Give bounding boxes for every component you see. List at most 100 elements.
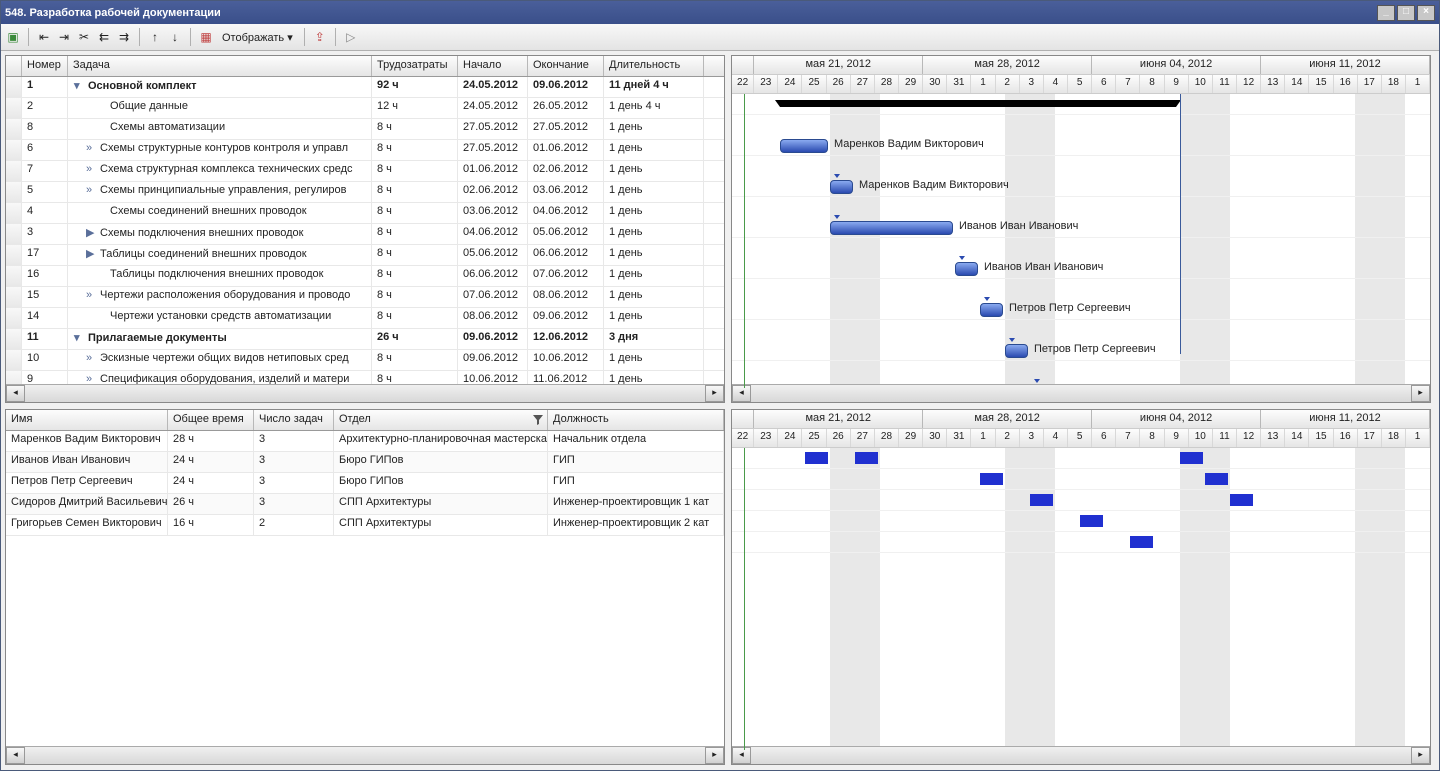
indent-icon[interactable]: ⇉ xyxy=(116,29,132,45)
task-row[interactable]: 14Чертежи установки средств автоматизаци… xyxy=(6,308,724,329)
indent-left-icon[interactable]: ⇤ xyxy=(36,29,52,45)
resource-row[interactable]: Петров Петр Сергеевич24 ч3Бюро ГИПовГИП xyxy=(6,473,724,494)
resource-bar[interactable] xyxy=(1180,452,1203,464)
minimize-button[interactable]: _ xyxy=(1377,5,1395,21)
outdent-icon[interactable]: ⇇ xyxy=(96,29,112,45)
task-row[interactable]: 16Таблицы подключения внешних проводок8 … xyxy=(6,266,724,287)
resource-row[interactable]: Сидоров Дмитрий Васильевич26 ч3СПП Архит… xyxy=(6,494,724,515)
timeline-day: 1 xyxy=(971,429,995,447)
res-pos: ГИП xyxy=(548,452,724,472)
task-row[interactable]: 10»Эскизные чертежи общих видов нетиповы… xyxy=(6,350,724,371)
task-row[interactable]: 11▾Прилагаемые документы26 ч09.06.201212… xyxy=(6,329,724,350)
calendar-icon[interactable]: ▦ xyxy=(198,29,214,45)
task-finish: 27.05.2012 xyxy=(528,119,604,139)
task-row[interactable]: 2Общие данные12 ч24.05.201226.05.20121 д… xyxy=(6,98,724,119)
task-name: ▾Основной комплект xyxy=(68,77,372,97)
timeline-day: 4 xyxy=(1044,429,1068,447)
task-hscroll[interactable]: ◂▸ xyxy=(6,384,724,402)
task-bar[interactable] xyxy=(830,221,953,235)
res-hscroll[interactable]: ◂▸ xyxy=(6,746,724,764)
resource-row[interactable]: Маренков Вадим Викторович28 ч3Архитектур… xyxy=(6,431,724,452)
res-total: 24 ч xyxy=(168,452,254,472)
col-res-name[interactable]: Имя xyxy=(6,410,168,430)
res-total: 16 ч xyxy=(168,515,254,535)
resource-bar[interactable] xyxy=(1230,494,1253,506)
col-finish[interactable]: Окончание xyxy=(528,56,604,76)
task-start: 04.06.2012 xyxy=(458,224,528,244)
task-bar[interactable] xyxy=(955,262,978,276)
col-effort[interactable]: Трудозатраты xyxy=(372,56,458,76)
col-res-count[interactable]: Число задач xyxy=(254,410,334,430)
task-effort: 8 ч xyxy=(372,182,458,202)
resource-bar[interactable] xyxy=(1080,515,1103,527)
task-finish: 01.06.2012 xyxy=(528,140,604,160)
timeline-day: 3 xyxy=(1020,75,1044,93)
task-number: 8 xyxy=(22,119,68,139)
timeline-day: 27 xyxy=(851,429,875,447)
export-icon[interactable]: ⇪ xyxy=(312,29,328,45)
task-bar[interactable] xyxy=(980,303,1003,317)
task-row[interactable]: 1▾Основной комплект92 ч24.05.201209.06.2… xyxy=(6,77,724,98)
resource-bar[interactable] xyxy=(805,452,828,464)
task-effort: 8 ч xyxy=(372,119,458,139)
col-task[interactable]: Задача xyxy=(68,56,372,76)
task-finish: 02.06.2012 xyxy=(528,161,604,181)
resource-bar[interactable] xyxy=(855,452,878,464)
task-number: 10 xyxy=(22,350,68,370)
timeline-day: 9 xyxy=(1165,75,1189,93)
resource-bar[interactable] xyxy=(980,473,1003,485)
task-duration: 1 день xyxy=(604,119,704,139)
task-bar-assignee: Иванов Иван Иванович xyxy=(959,220,1078,232)
gantt-hscroll[interactable]: ◂▸ xyxy=(732,384,1430,402)
resource-bar[interactable] xyxy=(1130,536,1153,548)
task-bar[interactable] xyxy=(780,139,828,153)
res-gantt-hscroll[interactable]: ◂▸ xyxy=(732,746,1430,764)
task-row[interactable]: 5»Схемы принципиальные управления, регул… xyxy=(6,182,724,203)
filter-icon[interactable] xyxy=(533,415,543,425)
task-row[interactable]: 17▶Таблицы соединений внешних проводок8 … xyxy=(6,245,724,266)
link-icon: » xyxy=(86,184,98,196)
resource-bar[interactable] xyxy=(1030,494,1053,506)
col-res-dept[interactable]: Отдел xyxy=(334,410,548,430)
task-start: 03.06.2012 xyxy=(458,203,528,223)
task-bar[interactable] xyxy=(830,180,853,194)
timeline-day: 1 xyxy=(1406,75,1430,93)
up-icon[interactable]: ↑ xyxy=(147,29,163,45)
task-start: 02.06.2012 xyxy=(458,182,528,202)
task-row[interactable]: 15»Чертежи расположения оборудования и п… xyxy=(6,287,724,308)
close-button[interactable]: × xyxy=(1417,5,1435,21)
task-finish: 08.06.2012 xyxy=(528,287,604,307)
maximize-button[interactable]: □ xyxy=(1397,5,1415,21)
task-duration: 1 день xyxy=(604,308,704,328)
task-bar[interactable] xyxy=(1005,344,1028,358)
timeline-day: 16 xyxy=(1334,429,1358,447)
resource-bar[interactable] xyxy=(1205,473,1228,485)
task-row[interactable]: 4Схемы соединений внешних проводок8 ч03.… xyxy=(6,203,724,224)
task-row[interactable]: 3▶Схемы подключения внешних проводок8 ч0… xyxy=(6,224,724,245)
col-res-total[interactable]: Общее время xyxy=(168,410,254,430)
res-header: Имя Общее время Число задач Отдел Должно… xyxy=(6,410,724,431)
col-duration[interactable]: Длительность xyxy=(604,56,704,76)
task-start: 09.06.2012 xyxy=(458,350,528,370)
task-row[interactable]: 6»Схемы структурные контуров контроля и … xyxy=(6,140,724,161)
resource-row[interactable]: Иванов Иван Иванович24 ч3Бюро ГИПовГИП xyxy=(6,452,724,473)
play-icon[interactable]: ▷ xyxy=(343,29,359,45)
timeline-day: 11 xyxy=(1213,429,1237,447)
new-icon[interactable]: ▣ xyxy=(5,29,21,45)
down-icon[interactable]: ↓ xyxy=(167,29,183,45)
display-dropdown[interactable]: Отображать ▾ xyxy=(218,29,297,46)
summary-bar[interactable] xyxy=(780,100,1176,107)
resource-row[interactable]: Григорьев Семен Викторович16 ч2СПП Архит… xyxy=(6,515,724,536)
task-row[interactable]: 8Схемы автоматизации8 ч27.05.201227.05.2… xyxy=(6,119,724,140)
gantt-pane: мая 21, 2012мая 28, 2012июня 04, 2012июн… xyxy=(731,55,1431,403)
titlebar[interactable]: 548. Разработка рабочей документации _ □… xyxy=(1,1,1439,24)
indent-right-icon[interactable]: ⇥ xyxy=(56,29,72,45)
col-start[interactable]: Начало xyxy=(458,56,528,76)
task-row[interactable]: 7»Схема структурная комплекса технически… xyxy=(6,161,724,182)
col-number[interactable]: Номер xyxy=(22,56,68,76)
cut-icon[interactable]: ✂ xyxy=(76,29,92,45)
timeline-day: 4 xyxy=(1044,75,1068,93)
task-effort: 8 ч xyxy=(372,224,458,244)
task-start: 06.06.2012 xyxy=(458,266,528,286)
col-res-pos[interactable]: Должность xyxy=(548,410,724,430)
